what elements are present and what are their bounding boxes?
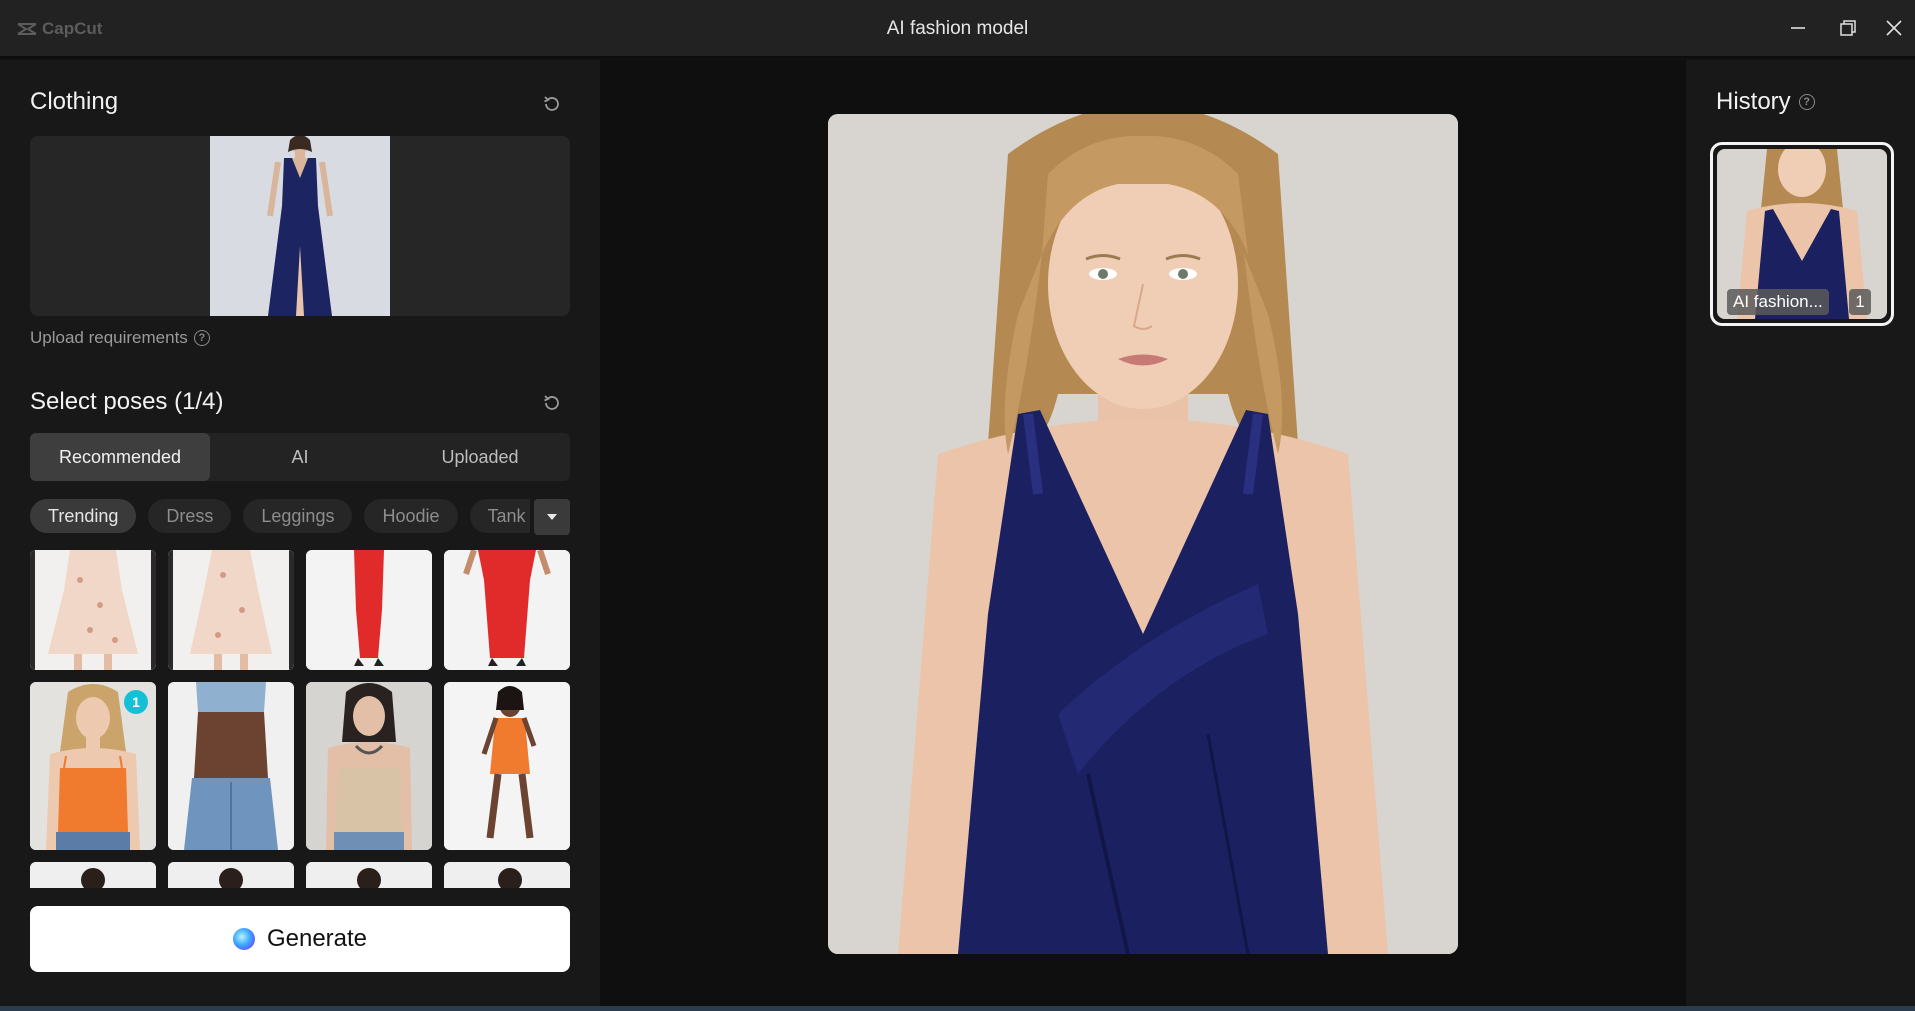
- reset-icon: [544, 395, 559, 410]
- pose-thumbnail[interactable]: [444, 682, 570, 850]
- history-title: History: [1716, 88, 1791, 115]
- reset-icon: [544, 96, 559, 111]
- chip-dress[interactable]: Dress: [148, 499, 232, 533]
- restore-icon: [1840, 20, 1856, 36]
- history-item-label: AI fashion...: [1727, 289, 1829, 315]
- pose-thumbnail[interactable]: [30, 862, 156, 888]
- generate-label: Generate: [266, 925, 368, 952]
- bottom-border: [0, 1006, 1915, 1011]
- pose-thumbnail[interactable]: [306, 862, 432, 888]
- tab-uploaded[interactable]: Uploaded: [390, 433, 570, 481]
- close-button[interactable]: [1880, 14, 1908, 42]
- pose-thumbnail[interactable]: [444, 550, 570, 670]
- left-panel: Clothing Upload requirements ? Select po…: [0, 60, 600, 1007]
- history-item[interactable]: AI fashion... 1: [1710, 142, 1894, 326]
- minimize-button[interactable]: [1784, 14, 1812, 42]
- minimize-icon: [1791, 27, 1805, 29]
- pose-thumbnail[interactable]: [168, 862, 294, 888]
- generated-image-preview: [828, 114, 1458, 954]
- restore-button[interactable]: [1834, 14, 1862, 42]
- pose-source-tabs: Recommended AI Uploaded: [30, 433, 570, 481]
- reset-poses-button[interactable]: [541, 392, 563, 414]
- selected-order-badge: 1: [124, 690, 148, 714]
- tab-ai[interactable]: AI: [210, 433, 390, 481]
- upload-requirements-label: Upload requirements: [30, 328, 188, 347]
- title-bar: CapCut AI fashion model: [0, 0, 1915, 58]
- pose-thumbnail[interactable]: [306, 682, 432, 850]
- history-item-count: 1: [1849, 289, 1871, 315]
- window-title: AI fashion model: [886, 18, 1029, 39]
- help-icon[interactable]: ?: [193, 330, 210, 346]
- pose-thumbnail[interactable]: [444, 862, 570, 888]
- history-header: History ?: [1716, 88, 1815, 116]
- more-categories-button[interactable]: [534, 499, 570, 535]
- clothing-title: Clothing: [30, 88, 119, 115]
- chip-leggings[interactable]: Leggings: [243, 499, 353, 533]
- history-thumbnail: AI fashion... 1: [1717, 149, 1887, 319]
- tab-recommended[interactable]: Recommended: [30, 433, 210, 481]
- pose-thumbnail[interactable]: [30, 550, 156, 670]
- clothing-upload-area[interactable]: [30, 136, 570, 316]
- close-icon: [1886, 20, 1902, 36]
- pose-grid: 1: [30, 550, 570, 888]
- sparkle-orb-icon: [232, 928, 255, 950]
- help-icon[interactable]: ?: [1798, 94, 1815, 110]
- pose-thumbnail[interactable]: [168, 550, 294, 670]
- chevron-down-icon: [547, 514, 557, 520]
- pose-thumbnail[interactable]: 1: [30, 682, 156, 850]
- generate-button[interactable]: Generate: [30, 906, 570, 972]
- chip-trending[interactable]: Trending: [30, 499, 137, 533]
- poses-title: Select poses (1/4): [30, 388, 224, 415]
- reset-clothing-button[interactable]: [541, 93, 563, 115]
- pose-thumbnail[interactable]: [306, 550, 432, 670]
- clothing-image: [210, 136, 390, 316]
- pose-thumbnail[interactable]: [168, 682, 294, 850]
- category-chips: Trending Dress Leggings Hoodie Tank: [30, 499, 530, 533]
- chip-tank[interactable]: Tank: [469, 499, 530, 533]
- upload-requirements-link[interactable]: Upload requirements ?: [30, 328, 210, 348]
- chip-hoodie[interactable]: Hoodie: [364, 499, 458, 533]
